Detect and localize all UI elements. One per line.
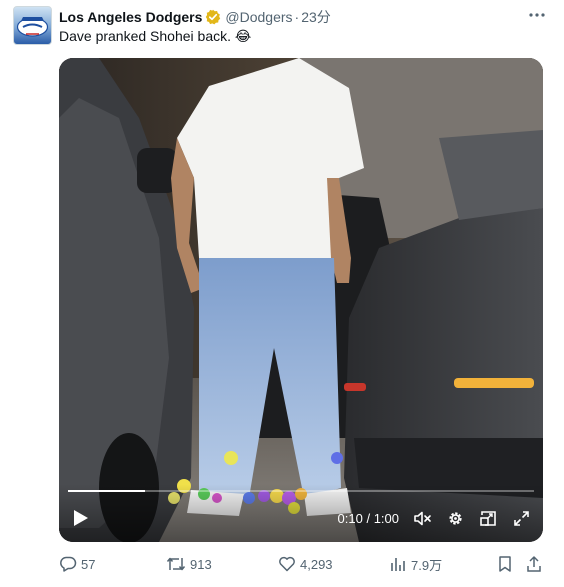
repost-icon — [166, 557, 186, 571]
video-frame — [59, 58, 543, 542]
dodgers-logo-icon — [16, 17, 49, 37]
action-bar: 57 913 4,293 7.9万 — [59, 552, 543, 576]
video-time: 0:10 / 1:00 — [338, 511, 399, 526]
tweet-header: Los Angeles Dodgers @Dodgers · 23分 — [59, 7, 544, 27]
fullscreen-icon[interactable] — [512, 509, 531, 528]
repost-button[interactable]: 913 — [166, 552, 212, 576]
avatar[interactable] — [13, 6, 52, 45]
pip-icon[interactable] — [479, 509, 498, 528]
author-name[interactable]: Los Angeles Dodgers — [59, 9, 202, 25]
post-time[interactable]: 23分 — [301, 7, 331, 27]
laughing-emoji: 😂 — [234, 28, 252, 44]
author-handle[interactable]: @Dodgers — [225, 9, 292, 25]
settings-icon[interactable] — [446, 509, 465, 528]
more-icon[interactable] — [528, 6, 546, 29]
header-separator: · — [294, 9, 300, 25]
bookmark-icon — [499, 556, 511, 572]
time-separator: / — [362, 510, 374, 526]
verified-badge-icon — [205, 9, 221, 25]
views-icon — [391, 558, 405, 571]
reply-count: 57 — [81, 556, 96, 572]
bookmark-button[interactable] — [496, 552, 514, 576]
duration: 1:00 — [373, 510, 399, 526]
reply-button[interactable]: 57 — [59, 552, 95, 576]
play-icon[interactable] — [72, 508, 90, 528]
like-icon — [279, 556, 295, 572]
tweet-text: Dave pranked Shohei back. 😂 — [59, 28, 251, 45]
repost-count: 913 — [190, 556, 212, 572]
share-icon — [527, 556, 541, 572]
reply-icon — [60, 556, 77, 572]
views-button[interactable]: 7.9万 — [389, 552, 442, 576]
share-button[interactable] — [525, 552, 543, 576]
video-controls: 0:10 / 1:00 — [59, 484, 543, 542]
current-time: 0:10 — [337, 510, 363, 526]
progress-fill — [68, 490, 146, 492]
tweet-card[interactable]: Los Angeles Dodgers @Dodgers · 23分 Dave … — [0, 0, 564, 587]
like-button[interactable]: 4,293 — [278, 552, 333, 576]
progress-bar[interactable] — [68, 490, 534, 492]
video-player[interactable]: 0:10 / 1:00 — [59, 58, 543, 542]
view-count: 7.9万 — [411, 557, 443, 573]
like-count: 4,293 — [300, 556, 333, 572]
video-controls-right: 0:10 / 1:00 — [338, 508, 531, 528]
tweet-body: Dave pranked Shohei back. — [59, 28, 231, 44]
mute-icon[interactable] — [413, 509, 432, 528]
